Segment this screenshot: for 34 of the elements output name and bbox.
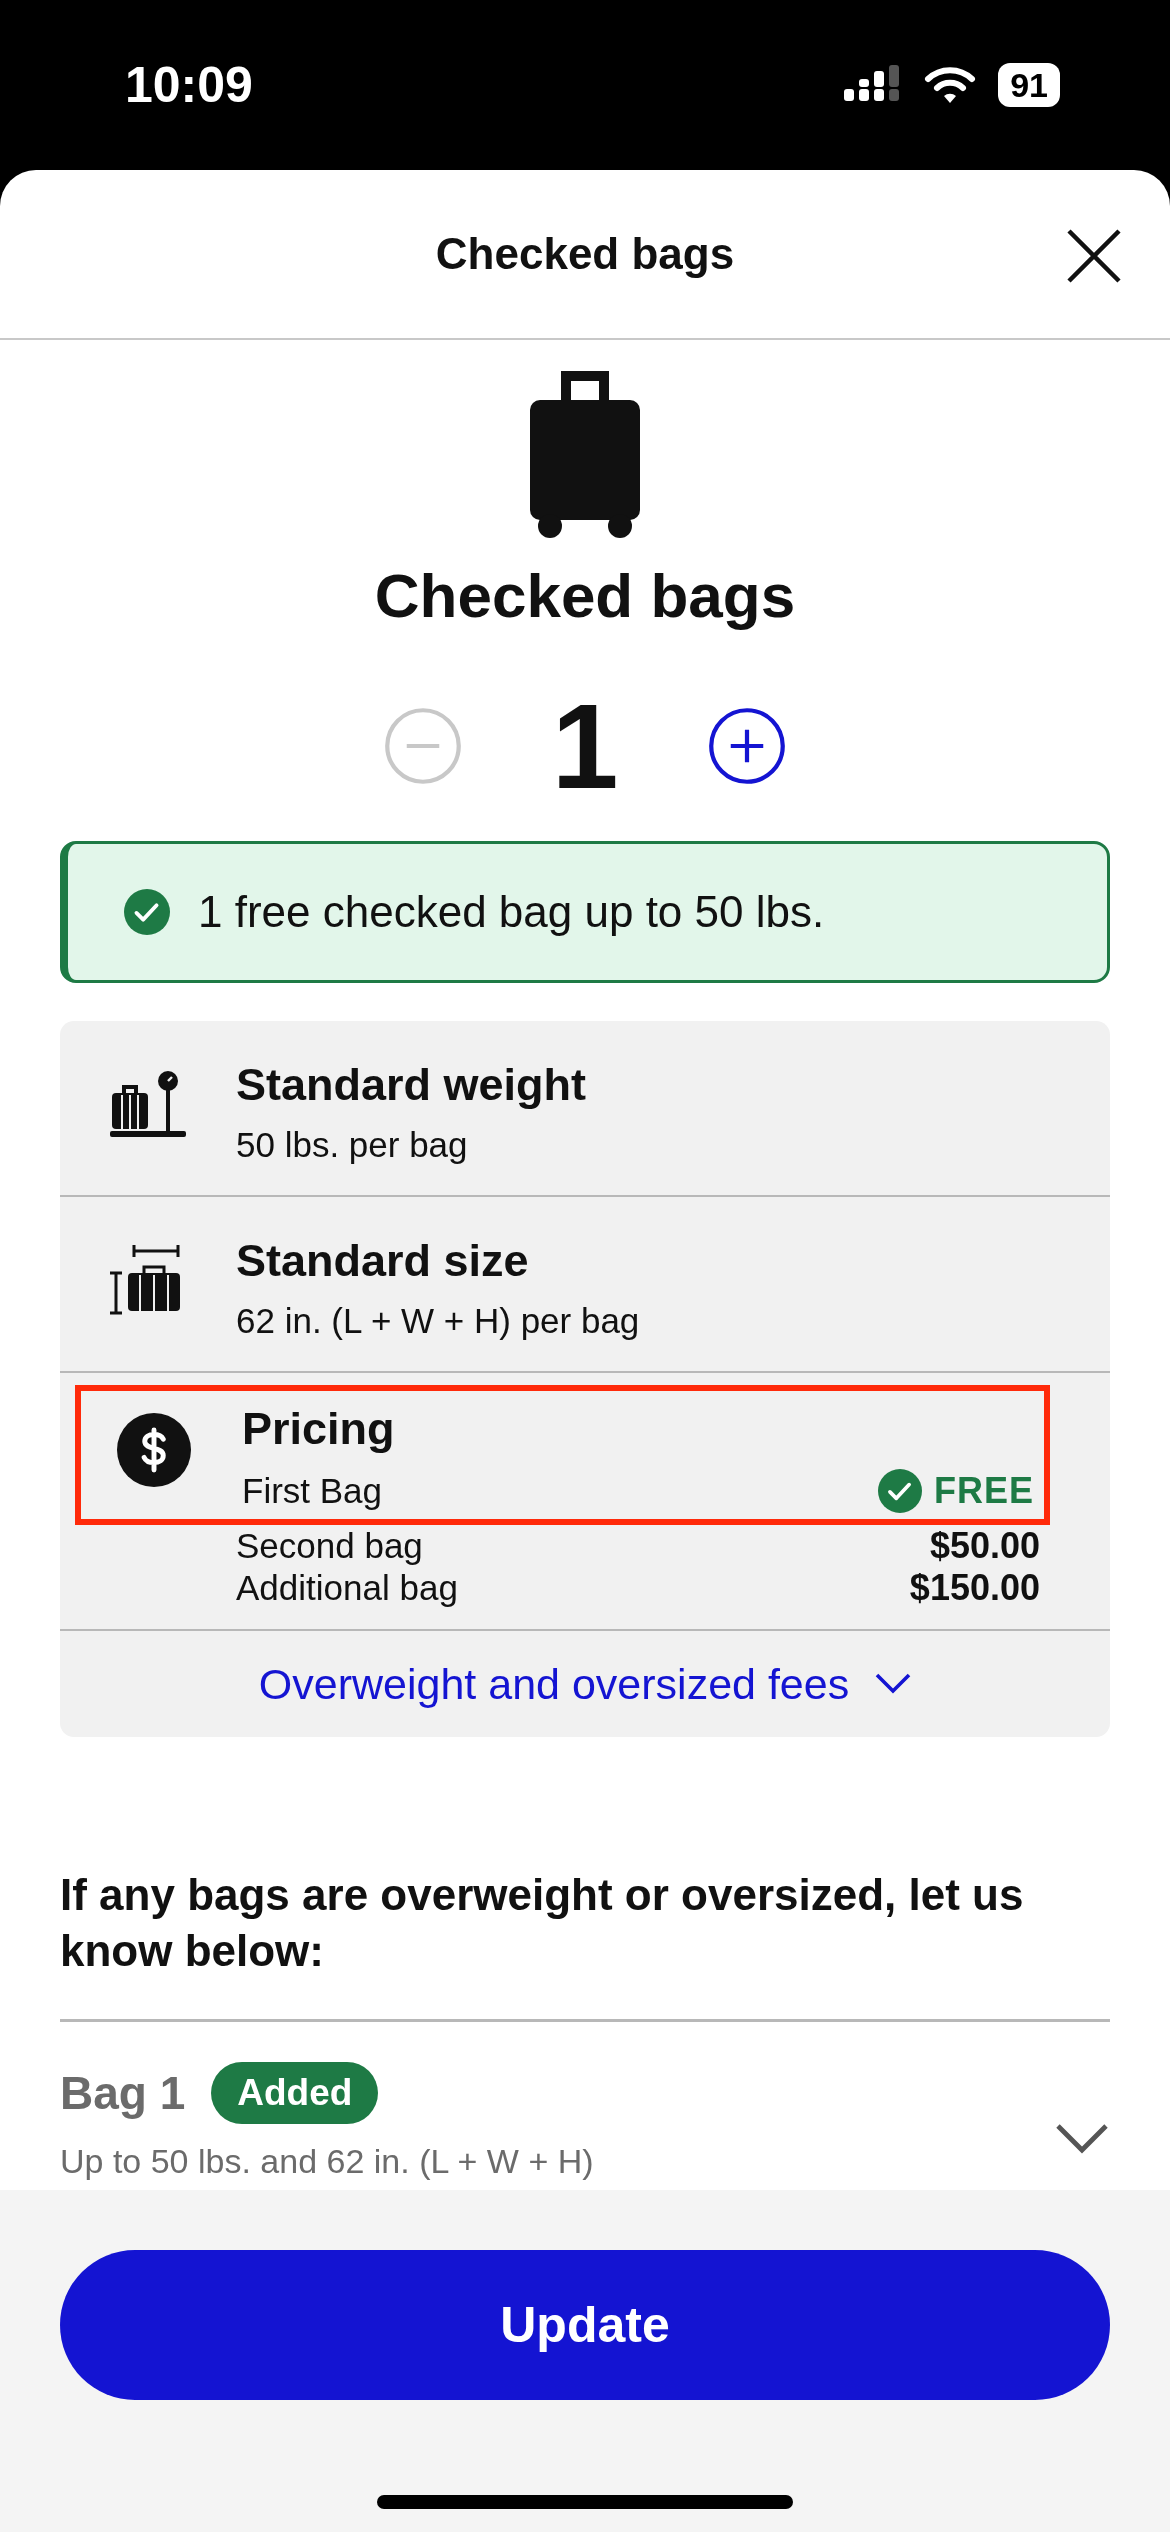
- bag-count: 1: [551, 681, 619, 811]
- battery-level: 91: [998, 63, 1060, 107]
- status-badge: Added: [211, 2062, 379, 2124]
- check-circle-icon: [878, 1469, 922, 1513]
- page-heading: Checked bags: [374, 560, 796, 631]
- check-circle-icon: [124, 889, 170, 935]
- status-time: 10:09: [125, 56, 253, 114]
- chevron-icon: [1054, 2122, 1110, 2156]
- instruction-text: If any bags are overweight or oversized, let us know below:: [60, 1869, 1025, 1977]
- price-value: $150.00: [909, 1567, 1040, 1609]
- row-title: Pricing: [242, 1403, 396, 1455]
- update-button[interactable]: Update: [60, 2250, 1110, 2400]
- price-label: Additional bag: [236, 1568, 458, 1608]
- plus-circle-icon: [708, 707, 787, 785]
- row-subtitle: 62 in. (L + W + H) per bag: [236, 1301, 641, 1341]
- sheet-title: Checked bags: [435, 229, 735, 279]
- row-title: Standard size: [236, 1235, 530, 1287]
- banner-text: 1 free checked bag up to 50 lbs.: [198, 887, 825, 937]
- bag-detail: Up to 50 lbs. and 62 in. (L + W + H): [60, 2142, 594, 2181]
- bag-label: Bag 1: [60, 2066, 186, 2120]
- luggage-scale-icon: [110, 1069, 186, 1139]
- row-title: Standard weight: [236, 1059, 588, 1111]
- increase-button[interactable]: [708, 707, 787, 785]
- price-value: FREE: [934, 1470, 1034, 1512]
- fees-link[interactable]: Overweight and oversized fees: [60, 1631, 1110, 1737]
- row-subtitle: 50 lbs. per bag: [236, 1125, 469, 1165]
- price-value: $50.00: [929, 1525, 1040, 1567]
- price-label: Second bag: [236, 1526, 423, 1566]
- minus-circle-icon: [383, 707, 462, 785]
- wifi-icon: [924, 65, 977, 105]
- dollar-circle-icon: [117, 1413, 191, 1487]
- expand-button[interactable]: [1054, 2122, 1110, 2156]
- price-label: First Bag: [242, 1471, 383, 1511]
- chevron-icon: [875, 1673, 912, 1695]
